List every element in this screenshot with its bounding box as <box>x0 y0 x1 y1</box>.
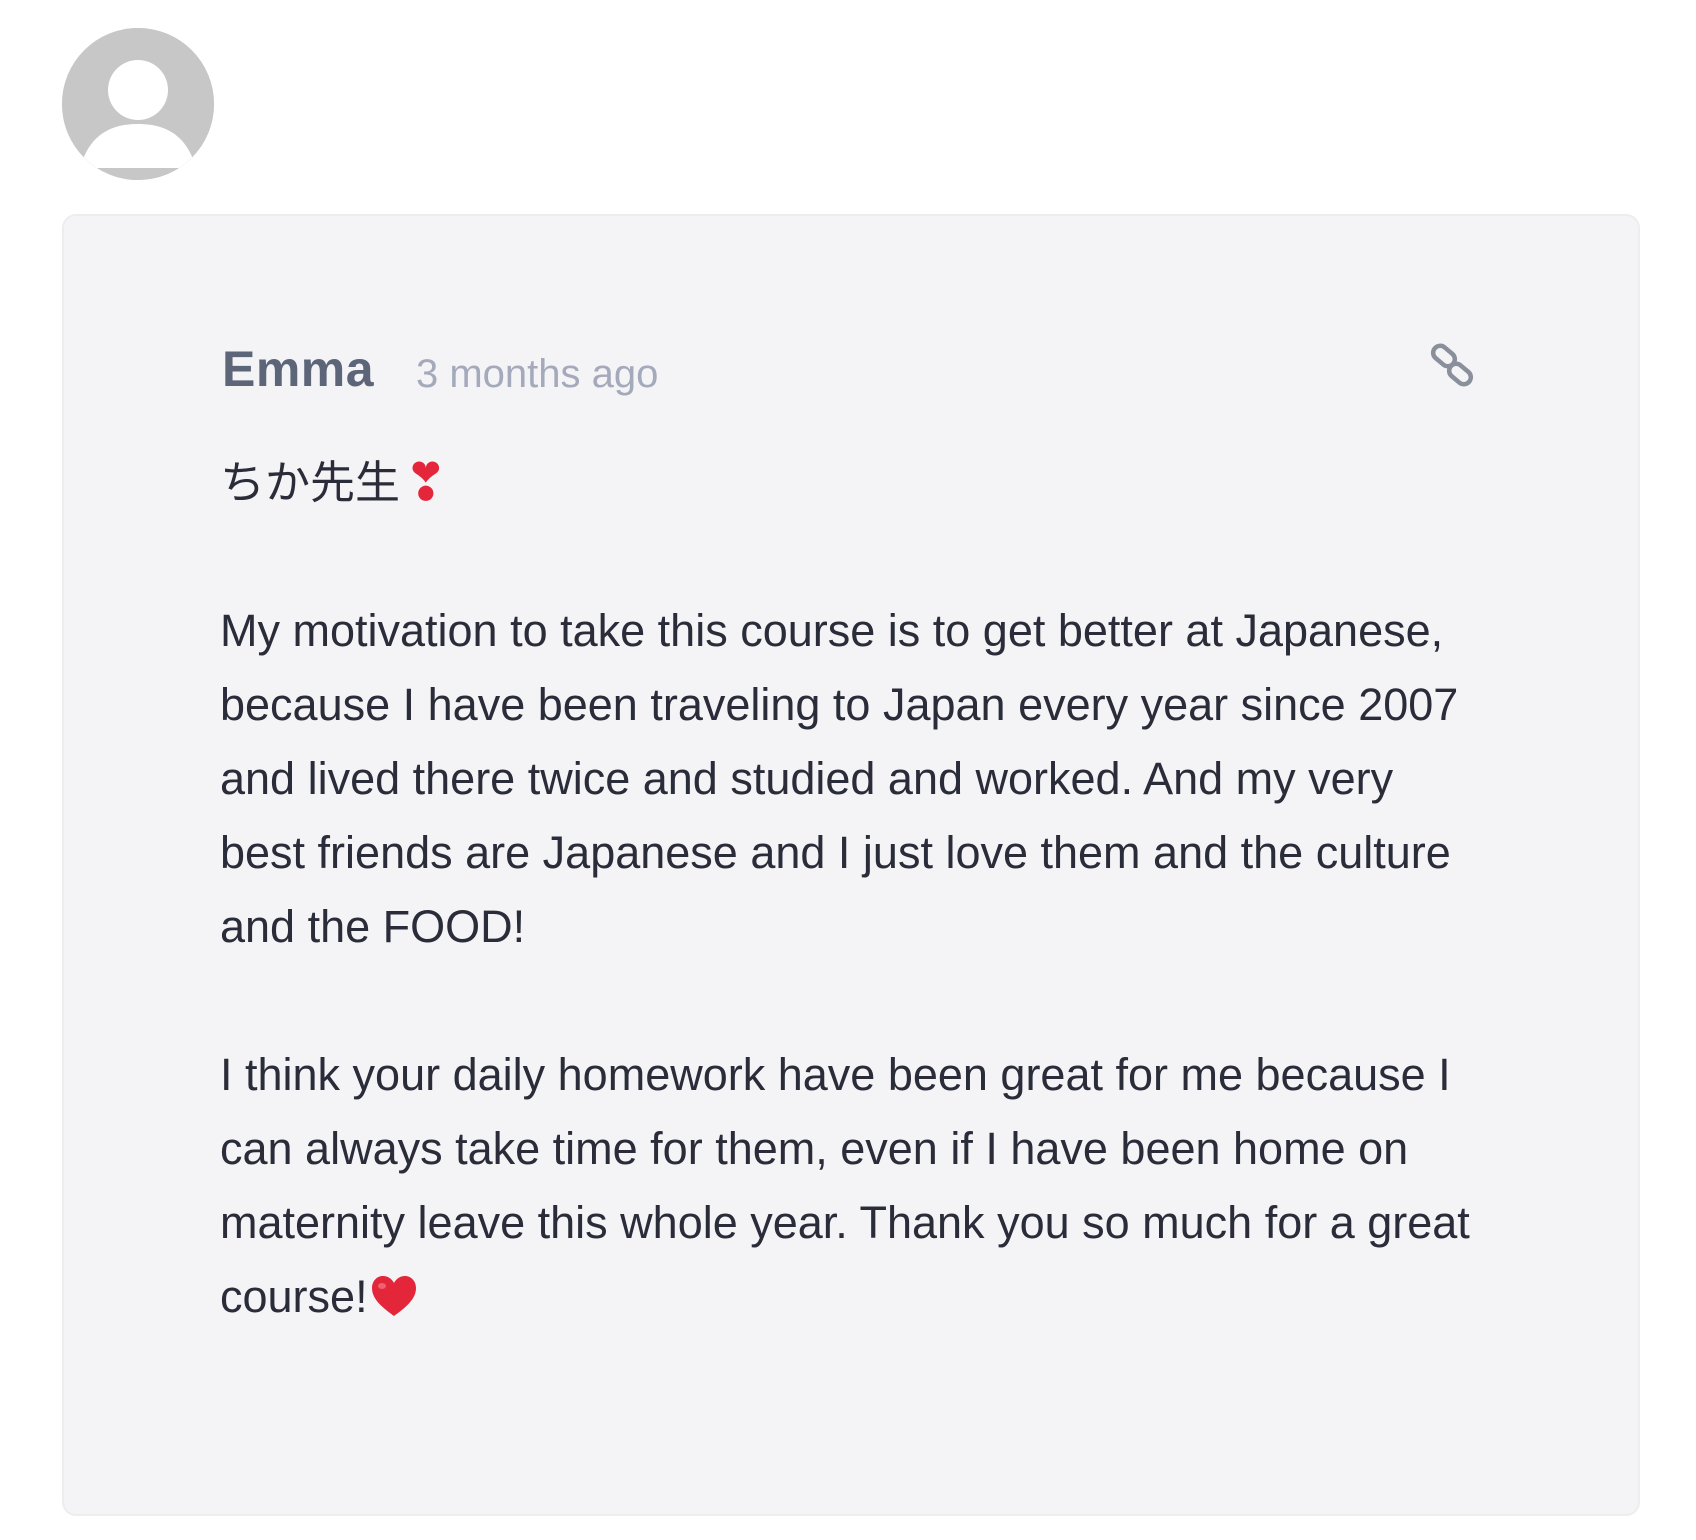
heart-exclamation-icon: ❣ <box>404 453 448 513</box>
greeting-text: ちか先生 <box>220 456 401 509</box>
comment-body: ちか先生❣ My motivation to take this course … <box>220 446 1480 1334</box>
comment-paragraph: I think your daily homework have been gr… <box>220 1038 1480 1334</box>
comment-paragraph: My motivation to take this course is to … <box>220 605 1459 952</box>
comment-card: Emma 3 months ago ちか先生❣ My motivation to… <box>62 214 1640 1516</box>
comment-timestamp: 3 months ago <box>416 352 659 396</box>
comment-header: Emma 3 months ago <box>222 334 1478 414</box>
red-heart-icon <box>370 1274 418 1318</box>
default-user-avatar-icon <box>62 28 214 180</box>
link-icon <box>1430 343 1474 387</box>
comment-author: Emma <box>222 341 375 397</box>
comment-greeting: ちか先生❣ <box>220 446 1480 520</box>
user-avatar <box>62 28 214 180</box>
permalink-button[interactable] <box>1426 340 1478 392</box>
